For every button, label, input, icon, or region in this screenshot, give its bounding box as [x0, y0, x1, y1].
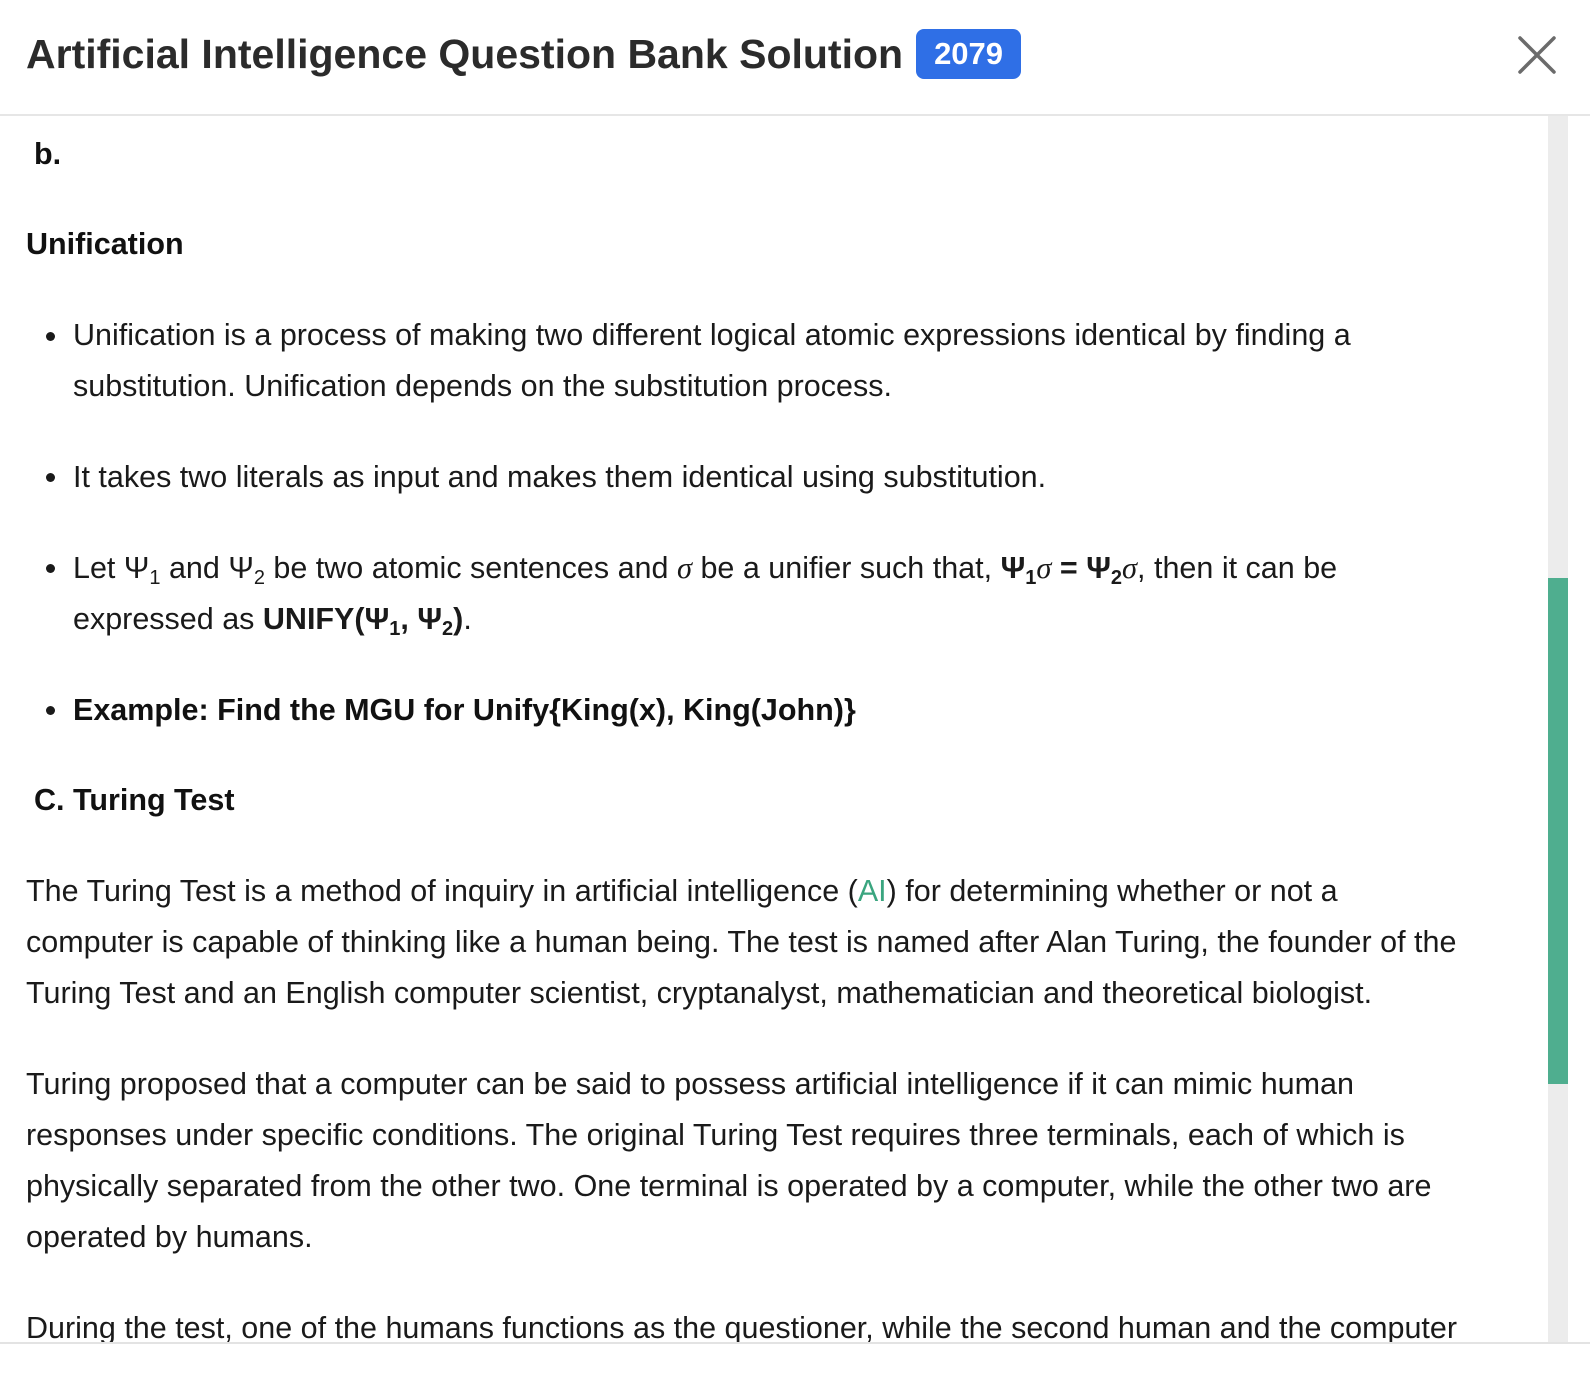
- bullet-3-line-2: expressed as UNIFY(Ψ1, Ψ2).: [73, 594, 472, 645]
- text-mid: be two atomic sentences and: [264, 551, 677, 585]
- year-badge: 2079: [916, 29, 1022, 79]
- close-paren: ): [453, 602, 464, 636]
- bullet-1-line-1: Unification is a process of making two d…: [73, 318, 1351, 352]
- bottom-border: [0, 1342, 1590, 1378]
- turing-test-heading: C. Turing Test: [34, 783, 235, 817]
- bullet-4-example: Example: Find the MGU for Unify{King(x),…: [73, 693, 856, 727]
- bullet-dot: [46, 332, 55, 341]
- paragraph-3-line-1: During the test, one of the humans funct…: [26, 1311, 1458, 1342]
- page-title: Artificial Intelligence Question Bank So…: [26, 31, 904, 77]
- sigma-symbol: σ: [1122, 551, 1138, 585]
- p1-text-pre: The Turing Test is a method of inquiry i…: [26, 874, 858, 908]
- paragraph-1-line-3: Turing Test and an English computer scie…: [26, 976, 1373, 1010]
- title-group: Artificial Intelligence Question Bank So…: [26, 28, 1022, 80]
- subscript-1: 1: [1025, 567, 1037, 589]
- subscript-2: 2: [1110, 567, 1122, 589]
- paragraph-1-line-2: computer is capable of thinking like a h…: [26, 925, 1457, 959]
- bullet-2-text: It takes two literals as input and makes…: [73, 460, 1047, 494]
- p1-text-post: ) for determining whether or not a: [886, 874, 1338, 908]
- modal-header: Artificial Intelligence Question Bank So…: [0, 0, 1590, 116]
- sigma-symbol: σ: [1036, 551, 1052, 585]
- sigma-symbol: σ: [676, 551, 692, 585]
- equals-sign: =: [1051, 551, 1087, 585]
- subscript-1: 1: [149, 567, 161, 589]
- paragraph-2-line-1: Turing proposed that a computer can be s…: [26, 1067, 1354, 1101]
- close-icon[interactable]: [1514, 32, 1560, 78]
- period: .: [463, 602, 472, 636]
- psi-symbol: Ψ: [228, 551, 254, 585]
- bullet-dot: [46, 473, 55, 482]
- subscript-2: 2: [253, 567, 265, 589]
- scrollbar-track[interactable]: [1548, 116, 1568, 1342]
- bullet-3-line-1: Let Ψ1 and Ψ2 be two atomic sentences an…: [73, 543, 1337, 594]
- text-and: and: [160, 551, 229, 585]
- unification-heading: Unification: [26, 227, 184, 261]
- psi-symbol: Ψ: [364, 602, 390, 636]
- part-b-label: b.: [34, 137, 62, 171]
- paragraph-2-line-4: operated by humans.: [26, 1220, 313, 1254]
- paragraph-2-line-2: responses under specific conditions. The…: [26, 1118, 1405, 1152]
- bullet-dot: [46, 564, 55, 573]
- psi-symbol: Ψ: [123, 551, 150, 585]
- subscript-1: 1: [389, 618, 401, 640]
- text-tail: , then it can be: [1137, 551, 1338, 585]
- text-expressed: expressed as: [73, 602, 263, 636]
- text-mid2: be a unifier such that,: [691, 551, 1001, 585]
- text-let: Let: [73, 551, 124, 585]
- modal-content[interactable]: b. Unification Unification is a process …: [0, 116, 1548, 1342]
- bullet-dot: [46, 706, 55, 715]
- comma: ,: [400, 602, 418, 636]
- scrollbar-thumb[interactable]: [1548, 578, 1568, 1084]
- unify-open: UNIFY(: [262, 602, 365, 636]
- ai-link[interactable]: AI: [858, 874, 887, 908]
- psi-symbol: Ψ: [1086, 551, 1111, 585]
- paragraph-1-line-1: The Turing Test is a method of inquiry i…: [26, 866, 1338, 917]
- psi-symbol: Ψ: [1000, 551, 1026, 585]
- psi-symbol: Ψ: [417, 602, 443, 636]
- bullet-1-line-2: substitution. Unification depends on the…: [73, 369, 892, 403]
- paragraph-2-line-3: physically separated from the other two.…: [26, 1169, 1432, 1203]
- subscript-2: 2: [442, 618, 454, 640]
- right-margin: [1568, 116, 1590, 1342]
